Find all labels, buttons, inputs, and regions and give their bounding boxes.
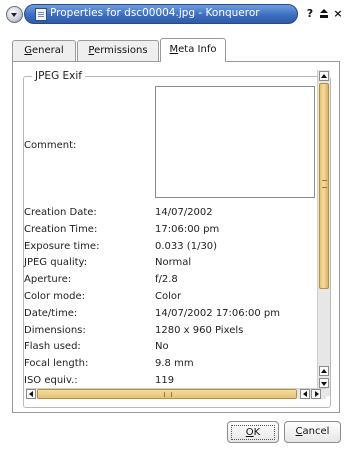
exif-row: Flash used: No <box>24 339 314 356</box>
comment-textarea[interactable] <box>155 86 315 198</box>
field-value: Color <box>155 290 182 302</box>
ok-button[interactable]: OK <box>227 421 279 443</box>
exif-row: Exposure time: 0.033 (1/30) <box>24 239 314 256</box>
properties-dialog: Properties for dsc00004.jpg - Konqueror … <box>0 0 347 454</box>
arrow-left-icon <box>303 391 307 397</box>
title-pill[interactable]: Properties for dsc00004.jpg - Konqueror <box>24 4 298 24</box>
field-value: 9.8 mm <box>155 358 194 370</box>
field-value: No <box>155 341 169 353</box>
vertical-scrollbar[interactable] <box>317 70 330 396</box>
field-label: Creation Date: <box>24 207 97 218</box>
arrow-right-icon <box>315 391 319 397</box>
comment-label: Comment: <box>24 140 77 151</box>
scroll-up-button[interactable] <box>319 71 329 81</box>
scroll-up-button-bottom[interactable] <box>319 366 329 376</box>
tab-general-access-key: G <box>24 45 33 56</box>
maximize-button[interactable] <box>318 8 330 20</box>
field-label: ISO equiv.: <box>24 374 78 386</box>
field-value: 119 <box>155 374 175 386</box>
tab-meta-info-label: eta Info <box>178 44 217 55</box>
cancel-label: ancel <box>302 426 330 437</box>
grip-icon <box>164 392 172 397</box>
arrow-left-icon <box>29 391 33 397</box>
exif-row: Dimensions: 1280 x 960 Pixels <box>24 323 314 340</box>
field-label: Color mode: <box>24 290 86 302</box>
exif-row: Date/time: 14/07/2002 17:06:00 pm <box>24 306 314 323</box>
vertical-scroll-thumb[interactable] <box>319 83 329 289</box>
scroll-left-button[interactable] <box>26 389 36 399</box>
window-title: Properties for dsc00004.jpg - Konqueror <box>50 7 260 19</box>
tab-general[interactable]: General <box>12 40 76 61</box>
field-value: 14/07/2002 <box>155 207 213 218</box>
ok-label: K <box>253 427 261 438</box>
exif-row: JPEG quality: Normal <box>24 255 314 272</box>
close-button[interactable]: × <box>332 8 344 20</box>
tab-permissions[interactable]: Permissions <box>77 40 159 61</box>
field-value: f/2.8 <box>155 274 178 286</box>
field-label: Aperture: <box>24 274 72 286</box>
document-icon <box>35 8 47 21</box>
field-value: Normal <box>155 257 192 269</box>
arrow-down-icon <box>321 382 327 386</box>
exif-row: Focal length: 9.8 mm <box>24 356 314 373</box>
field-value: 0.033 (1/30) <box>155 240 218 252</box>
cancel-access-key: C <box>295 426 303 437</box>
field-value: 14/07/2002 17:06:00 pm <box>155 307 280 319</box>
horizontal-scrollbar[interactable] <box>26 388 326 399</box>
arrow-up-icon <box>321 74 327 78</box>
horizontal-scroll-thumb[interactable] <box>37 389 297 399</box>
tab-permissions-label: ermissions <box>94 45 148 56</box>
focus-ring: OK <box>231 425 275 440</box>
scroll-right-button[interactable] <box>311 389 321 399</box>
grip-icon <box>322 180 327 188</box>
scroll-down-button[interactable] <box>319 378 329 388</box>
cancel-button[interactable]: Cancel <box>284 421 341 443</box>
title-bar[interactable]: Properties for dsc00004.jpg - Konqueror … <box>0 0 347 26</box>
field-label: Creation Time: <box>24 223 98 235</box>
exif-row: Color mode: Color <box>24 289 314 306</box>
group-title: JPEG Exif <box>32 70 85 82</box>
field-label: Dimensions: <box>24 324 86 336</box>
tab-meta-info-access-key: M <box>169 44 179 55</box>
field-label: Date/time: <box>24 307 78 319</box>
exif-row: Aperture: f/2.8 <box>24 272 314 289</box>
window-menu-button[interactable] <box>6 6 23 23</box>
arrow-up-icon <box>321 369 327 373</box>
exif-row: Creation Time: 17:06:00 pm <box>24 222 314 239</box>
exif-row: Creation Date: 14/07/2002 <box>24 205 314 222</box>
tab-meta-info[interactable]: Meta Info <box>160 38 226 62</box>
tab-general-label: eneral <box>32 45 64 56</box>
field-value: 17:06:00 pm <box>155 223 220 235</box>
field-label: Exposure time: <box>24 240 100 252</box>
field-value: 1280 x 960 Pixels <box>155 324 244 336</box>
field-label: Focal length: <box>24 358 89 370</box>
field-label: JPEG quality: <box>24 257 88 269</box>
exif-fields: Creation Date: 14/07/2002 Creation Time: 1… <box>24 205 314 390</box>
help-button[interactable]: ? <box>304 8 316 20</box>
field-label: Flash used: <box>24 341 81 353</box>
scroll-left-button-right[interactable] <box>300 389 310 399</box>
ok-access-key: O <box>245 427 254 438</box>
